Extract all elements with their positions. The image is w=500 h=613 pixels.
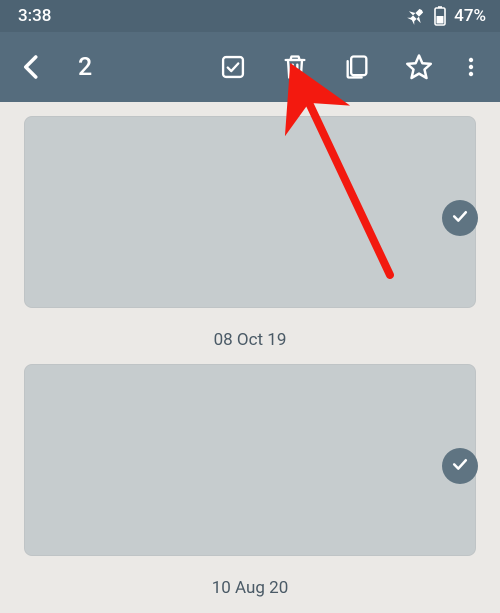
selected-badge [442, 448, 478, 484]
star-icon [404, 52, 434, 82]
selection-action-bar: 2 [0, 32, 500, 102]
delete-button[interactable] [264, 37, 326, 97]
message-thumbnail[interactable] [24, 364, 476, 556]
back-button[interactable] [4, 52, 60, 82]
copy-icon [343, 53, 371, 81]
more-vertical-icon [459, 53, 483, 81]
star-button[interactable] [388, 37, 450, 97]
list-item[interactable] [0, 364, 500, 556]
message-thumbnail[interactable] [24, 116, 476, 308]
select-all-button[interactable] [202, 37, 264, 97]
trash-icon [281, 53, 309, 81]
overflow-menu-button[interactable] [450, 37, 492, 97]
message-list: 08 Oct 19 10 Aug 20 [0, 102, 500, 613]
select-all-icon [219, 53, 247, 81]
airplane-mode-icon [406, 6, 426, 26]
status-right: 47% [406, 6, 486, 26]
status-bar: 3:38 47% [0, 0, 500, 32]
selection-count: 2 [78, 53, 92, 82]
check-icon [450, 454, 470, 478]
status-time: 3:38 [18, 6, 51, 26]
copy-button[interactable] [326, 37, 388, 97]
date-separator: 08 Oct 19 [0, 330, 500, 350]
battery-icon [434, 6, 446, 26]
date-separator: 10 Aug 20 [0, 578, 500, 598]
battery-percent: 47% [454, 6, 486, 26]
selected-badge [442, 200, 478, 236]
list-item[interactable] [0, 116, 500, 308]
check-icon [450, 206, 470, 230]
